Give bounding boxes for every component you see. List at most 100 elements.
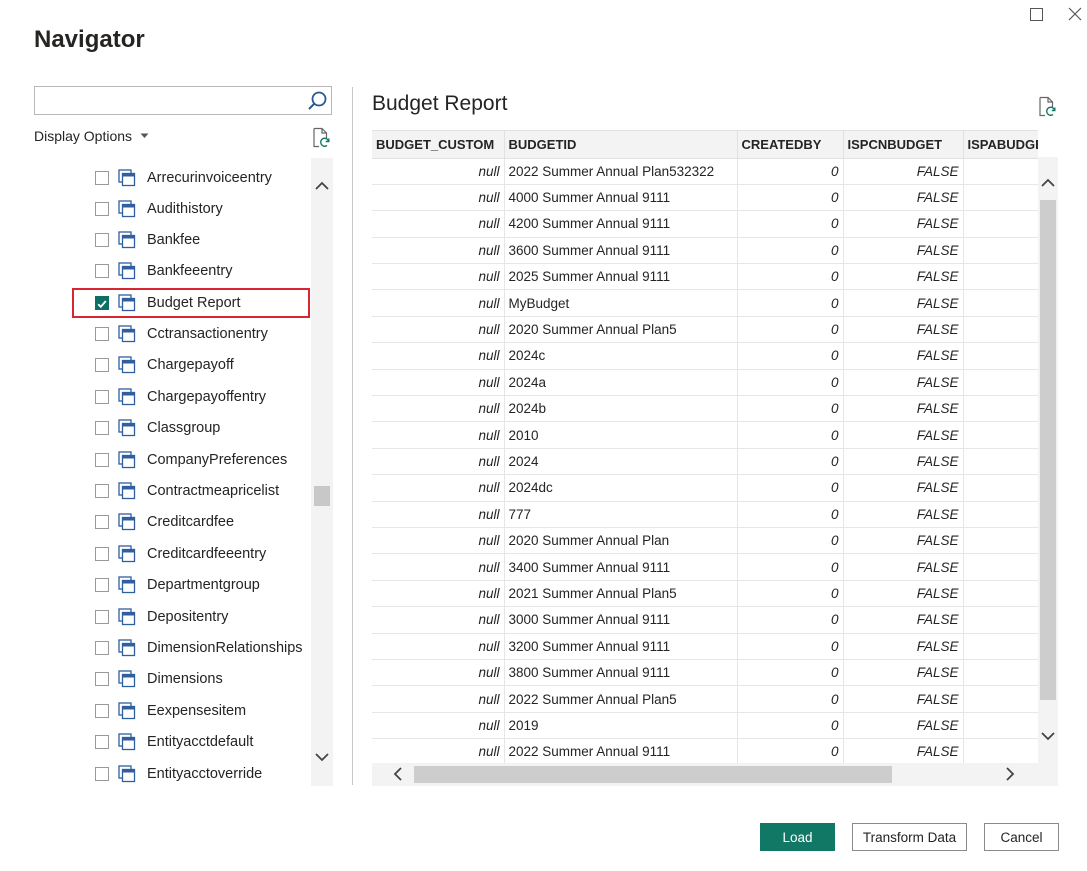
table-row: null 3600 Summer Annual 9111 0 FALSE bbox=[372, 237, 1038, 265]
nav-item-contractmeapricelist[interactable]: Contractmeapricelist bbox=[72, 476, 310, 506]
checkbox[interactable] bbox=[95, 358, 109, 372]
nav-item-chargepayoffentry[interactable]: Chargepayoffentry bbox=[72, 382, 310, 412]
checkbox[interactable] bbox=[95, 390, 109, 404]
column-header[interactable]: BUDGET_CUSTOM bbox=[372, 131, 505, 159]
nav-item-label: Entityacctdefault bbox=[147, 734, 254, 750]
nav-item-entityacctdefault[interactable]: Entityacctdefault bbox=[72, 727, 310, 757]
search-icon[interactable] bbox=[306, 90, 328, 112]
nav-item-eexpensesitem[interactable]: Eexpensesitem bbox=[72, 696, 310, 726]
preview-vertical-scrollbar[interactable] bbox=[1038, 157, 1058, 763]
nav-item-label: Cctransactionentry bbox=[147, 326, 268, 342]
table-icon bbox=[118, 576, 136, 594]
nav-item-entityacctoverride[interactable]: Entityacctoverride bbox=[72, 759, 310, 786]
refresh-list-icon[interactable] bbox=[311, 127, 331, 149]
nav-item-depositentry[interactable]: Depositentry bbox=[72, 602, 310, 632]
checkbox[interactable] bbox=[95, 515, 109, 529]
table-cell: 0 bbox=[737, 659, 844, 687]
table-cell: 2024dc bbox=[504, 474, 738, 502]
checkbox[interactable] bbox=[95, 672, 109, 686]
checkbox[interactable] bbox=[95, 610, 109, 624]
nav-item-chargepayoff[interactable]: Chargepayoff bbox=[72, 350, 310, 380]
nav-item-bankfee[interactable]: Bankfee bbox=[72, 225, 310, 255]
table-icon bbox=[118, 513, 136, 531]
nav-item-cctransactionentry[interactable]: Cctransactionentry bbox=[72, 319, 310, 349]
column-header[interactable]: BUDGETID bbox=[504, 131, 738, 159]
column-header[interactable]: CREATEDBY bbox=[737, 131, 844, 159]
nav-item-audithistory[interactable]: Audithistory bbox=[72, 194, 310, 224]
checkbox[interactable] bbox=[95, 735, 109, 749]
table-cell: 777 bbox=[504, 501, 738, 528]
preview-horizontal-scrollbar[interactable] bbox=[372, 763, 1058, 786]
nav-item-dimensionrelationships[interactable]: DimensionRelationships bbox=[72, 633, 310, 663]
checkbox[interactable] bbox=[95, 547, 109, 561]
nav-item-label: Classgroup bbox=[147, 420, 221, 436]
table-cell: FALSE bbox=[843, 685, 964, 713]
checkbox[interactable] bbox=[95, 704, 109, 718]
display-options-dropdown[interactable]: Display Options bbox=[34, 128, 149, 144]
scrollbar-thumb[interactable] bbox=[414, 766, 892, 783]
checkbox[interactable] bbox=[95, 578, 109, 592]
nav-item-budget-report[interactable]: Budget Report bbox=[72, 288, 310, 318]
nav-item-creditcardfee[interactable]: Creditcardfee bbox=[72, 507, 310, 537]
nav-item-bankfeeentry[interactable]: Bankfeeentry bbox=[72, 256, 310, 286]
scroll-down-icon[interactable] bbox=[1040, 728, 1056, 744]
nav-item-companypreferences[interactable]: CompanyPreferences bbox=[72, 445, 310, 475]
table-cell: 0 bbox=[737, 553, 844, 581]
checkbox[interactable] bbox=[95, 421, 109, 435]
nav-item-label: Entityacctoverride bbox=[147, 766, 263, 782]
table-row: null 2025 Summer Annual 9111 0 FALSE bbox=[372, 263, 1038, 291]
table-icon bbox=[118, 294, 136, 312]
maximize-button[interactable] bbox=[1027, 5, 1045, 23]
table-cell: 0 bbox=[737, 580, 844, 608]
checkbox[interactable] bbox=[95, 296, 109, 310]
transform-data-button[interactable]: Transform Data bbox=[852, 823, 967, 851]
nav-item-classgroup[interactable]: Classgroup bbox=[72, 413, 310, 443]
dialog-title: Navigator bbox=[34, 26, 145, 53]
table-cell: null bbox=[372, 237, 505, 265]
column-header[interactable]: ISPCNBUDGET bbox=[843, 131, 964, 159]
nav-item-label: Arrecurinvoiceentry bbox=[147, 170, 272, 186]
checkbox[interactable] bbox=[95, 484, 109, 498]
navigator-scrollbar[interactable] bbox=[311, 158, 333, 786]
table-cell: null bbox=[372, 633, 505, 660]
table-cell: 0 bbox=[737, 184, 844, 212]
nav-item-label: Dimensions bbox=[147, 671, 223, 687]
checkbox[interactable] bbox=[95, 767, 109, 781]
nav-item-label: Chargepayoffentry bbox=[147, 389, 267, 405]
nav-item-label: DimensionRelationships bbox=[147, 640, 303, 656]
checkbox[interactable] bbox=[95, 327, 109, 341]
table-cell: FALSE bbox=[843, 210, 964, 238]
scrollbar-thumb[interactable] bbox=[314, 486, 330, 506]
scroll-left-icon[interactable] bbox=[390, 766, 406, 782]
table-cell: FALSE bbox=[843, 184, 964, 212]
cancel-button[interactable]: Cancel bbox=[984, 823, 1059, 851]
scroll-up-icon[interactable] bbox=[314, 178, 330, 194]
checkbox[interactable] bbox=[95, 233, 109, 247]
close-icon bbox=[1068, 7, 1082, 21]
scroll-right-icon[interactable] bbox=[1002, 766, 1018, 782]
table-row: null 2024a 0 FALSE bbox=[372, 369, 1038, 397]
load-button[interactable]: Load bbox=[760, 823, 835, 851]
checkbox[interactable] bbox=[95, 641, 109, 655]
table-cell: 0 bbox=[737, 210, 844, 238]
table-cell: null bbox=[372, 448, 505, 476]
nav-item-departmentgroup[interactable]: Departmentgroup bbox=[72, 570, 310, 600]
nav-item-arrecurinvoiceentry[interactable]: Arrecurinvoiceentry bbox=[72, 163, 310, 193]
column-header[interactable]: ISPABUDGET bbox=[963, 131, 1038, 159]
scrollbar-thumb[interactable] bbox=[1040, 200, 1056, 700]
search-input[interactable] bbox=[35, 87, 305, 114]
refresh-preview-icon[interactable] bbox=[1037, 96, 1057, 118]
checkbox[interactable] bbox=[95, 453, 109, 467]
checkbox[interactable] bbox=[95, 202, 109, 216]
close-button[interactable] bbox=[1066, 5, 1084, 23]
scroll-up-icon[interactable] bbox=[1040, 175, 1056, 191]
nav-item-dimensions[interactable]: Dimensions bbox=[72, 664, 310, 694]
checkbox[interactable] bbox=[95, 264, 109, 278]
table-icon bbox=[118, 545, 136, 563]
table-cell bbox=[963, 210, 1038, 238]
checkbox[interactable] bbox=[95, 171, 109, 185]
nav-item-creditcardfeeentry[interactable]: Creditcardfeeentry bbox=[72, 539, 310, 569]
table-cell: FALSE bbox=[843, 580, 964, 608]
table-cell: 2020 Summer Annual Plan5 bbox=[504, 316, 738, 344]
scroll-down-icon[interactable] bbox=[314, 749, 330, 765]
